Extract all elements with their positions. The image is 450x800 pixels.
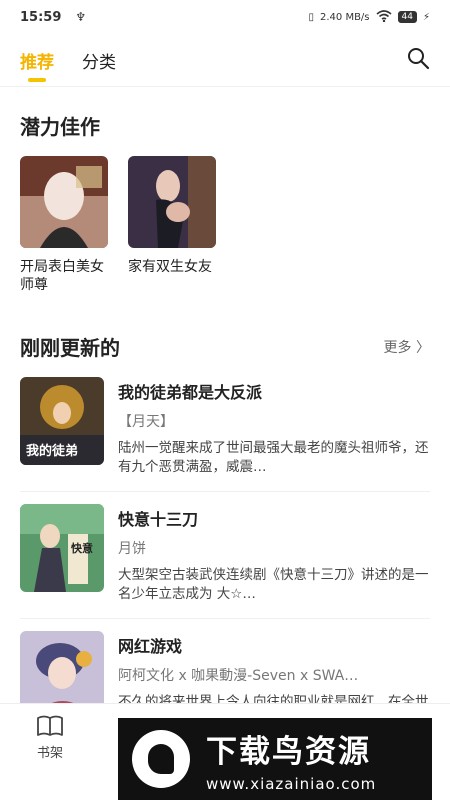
comic-name: 我的徒弟都是大反派 [118,383,263,402]
bird-logo-icon [132,730,190,788]
comic-thumbnail: 我的徒弟 [20,377,104,465]
potential-card-title: 开局表白美女师尊 [20,259,104,293]
comic-thumbnail: 快意 [20,504,104,592]
tab-bookshelf-label: 书架 [36,746,63,761]
status-time: 15:59 [20,9,62,25]
battery-icon: 44 [397,11,417,23]
section-title-recent: 刚刚更新的 [20,336,120,360]
svg-text:快意: 快意 [70,541,93,555]
bottom-tab-bar: 书架 下载鸟资源 www.xiazainiao.com [0,703,450,800]
comic-description: 陆州一觉醒来成了世间最强大最老的魔头祖师爷，还有九个恶贯满盈，威震… [118,440,429,475]
list-item-info: 我的徒弟都是大反派 【月天】 陆州一觉醒来成了世间最强大最老的魔头祖师爷，还有九… [118,377,430,477]
list-item[interactable]: 快意 快意十三刀 月饼 大型架空古装武侠连续剧《快意十三刀》讲述的是一名少年立志… [20,492,430,619]
potential-list: 开局表白美女师尊 家有双生女友 [20,156,430,294]
top-navigation: 推荐 分类 [0,34,450,87]
comic-name: 网红游戏 [118,637,183,656]
wifi-icon [375,9,392,25]
comic-author: 月饼 [118,541,146,557]
potential-section: 潜力佳作 开局表白美女师尊 家有双生女友 [0,87,450,294]
book-icon [37,715,63,736]
list-item-info: 快意十三刀 月饼 大型架空古装武侠连续剧《快意十三刀》讲述的是一名少年立志成为 … [118,504,430,604]
vibrate-icon: ▯ [308,11,314,23]
more-link[interactable]: 更多 〉 [384,337,430,357]
status-icons: ▯ 2.40 MB/s 44 ⚡ [308,9,430,25]
comic-name: 快意十三刀 [118,510,199,529]
potential-card[interactable]: 家有双生女友 [128,156,216,294]
section-title-potential: 潜力佳作 [20,115,100,139]
search-icon[interactable] [406,46,430,74]
watermark-url: www.xiazainiao.com [206,774,377,793]
comic-cover-image [20,156,108,248]
comic-cover-image [128,156,216,248]
chevron-right-icon: 〉 [416,339,430,356]
list-item[interactable]: 我的徒弟 我的徒弟都是大反派 【月天】 陆州一觉醒来成了世间最强大最老的魔头祖师… [20,377,430,492]
status-bar: 15:59 ♆ ▯ 2.40 MB/s 44 ⚡ [0,0,450,34]
potential-card[interactable]: 开局表白美女师尊 [20,156,108,294]
more-label: 更多 [383,339,412,356]
network-speed: 2.40 MB/s [320,11,370,23]
comic-description: 大型架空古装武侠连续剧《快意十三刀》讲述的是一名少年立志成为 大☆… [118,567,429,602]
watermark-title: 下载鸟资源 [206,733,371,770]
tab-bookshelf[interactable]: 书架 [36,714,64,761]
comic-author: 【月天】 [118,414,174,430]
charging-icon: ⚡ [422,11,430,23]
usb-icon: ♆ [75,10,87,24]
tab-recommend[interactable]: 推荐 [20,48,54,73]
comic-author: 阿柯文化 x 咖果動漫-Seven x SWA… [118,668,359,684]
tab-category[interactable]: 分类 [82,48,116,73]
recent-list: 我的徒弟 我的徒弟都是大反派 【月天】 陆州一觉醒来成了世间最强大最老的魔头祖师… [0,361,450,746]
potential-card-title: 家有双生女友 [128,259,212,275]
recent-section-header: 刚刚更新的 更多 〉 [0,294,450,361]
watermark-banner: 下载鸟资源 www.xiazainiao.com [118,718,432,800]
svg-text:我的徒弟: 我的徒弟 [26,443,78,459]
